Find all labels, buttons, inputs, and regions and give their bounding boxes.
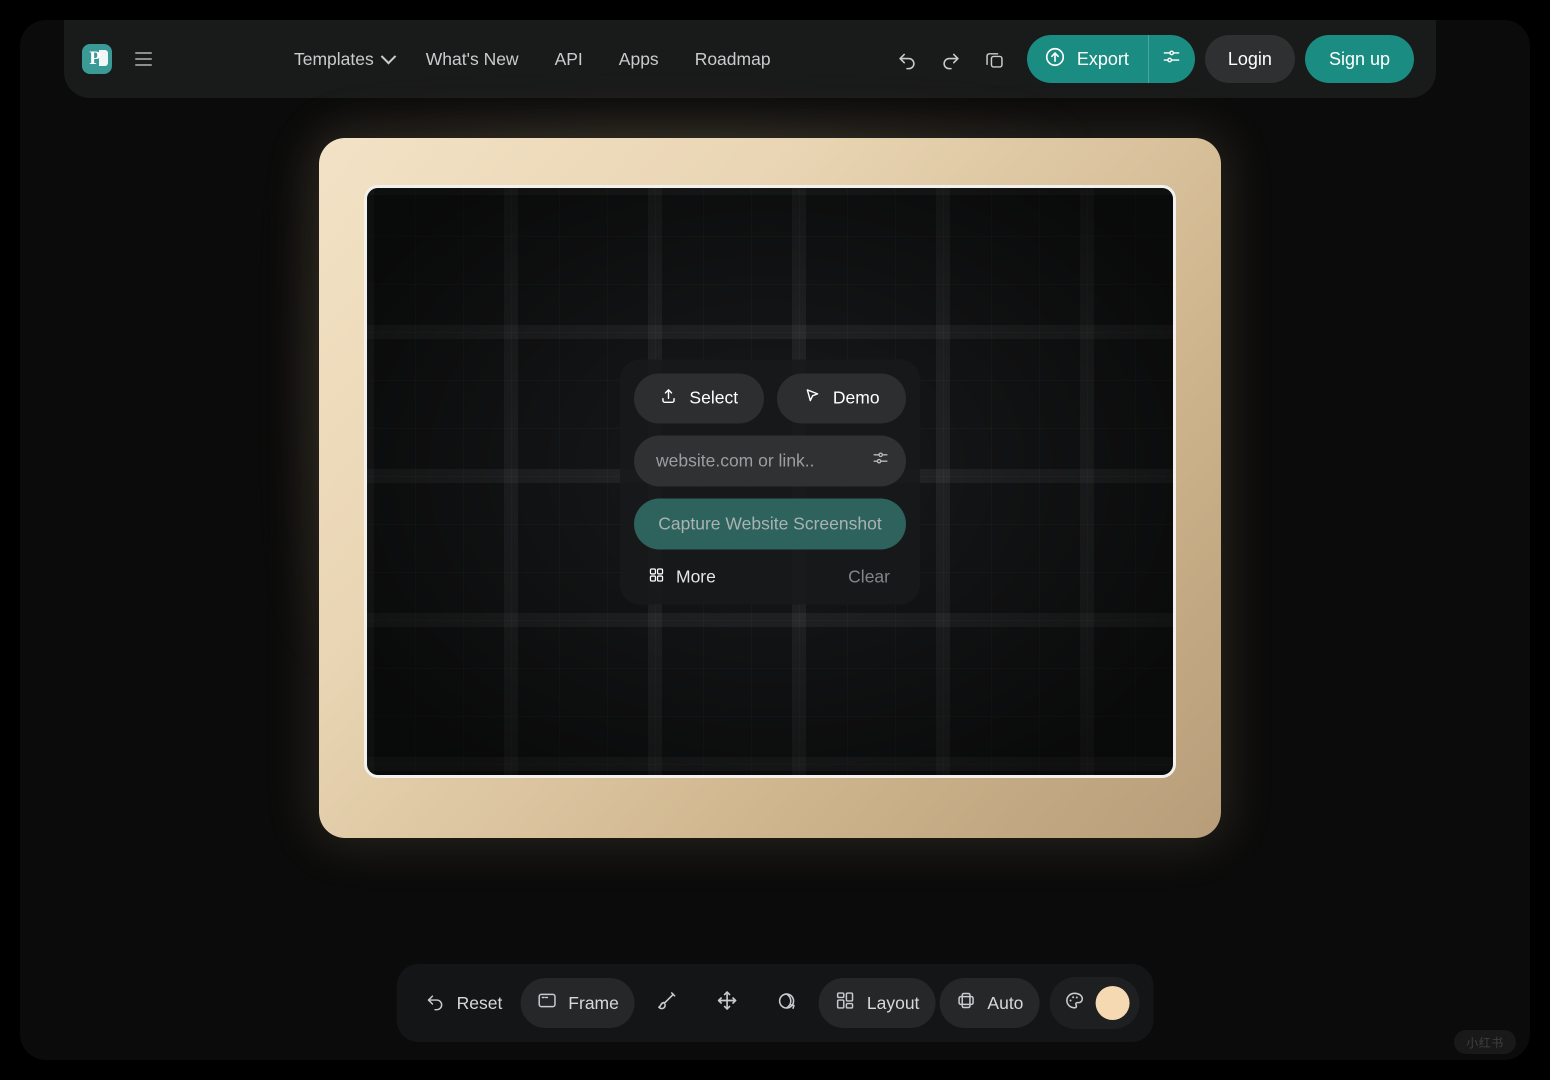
undo-icon	[425, 990, 446, 1016]
artboard-canvas[interactable]: Select Demo website.com or link.. Captur…	[364, 185, 1176, 778]
url-input-wrapper[interactable]: website.com or link..	[634, 435, 906, 486]
frame-icon	[536, 990, 557, 1016]
undo-icon[interactable]	[885, 37, 929, 81]
layers-icon	[955, 990, 976, 1016]
nav-link-label: API	[554, 48, 583, 69]
copy-icon[interactable]	[973, 37, 1017, 81]
url-settings-icon[interactable]	[871, 449, 890, 473]
toolbar-layout-button[interactable]: Layout	[818, 978, 936, 1028]
more-button[interactable]: More	[648, 566, 716, 588]
export-settings-button[interactable]	[1149, 35, 1195, 83]
upload-circle-icon	[1044, 46, 1066, 73]
nav-link-label: Templates	[294, 48, 374, 69]
app-logo[interactable]: P	[82, 44, 112, 74]
top-navigation-bar: P Templates What's New API Apps Roadmap	[64, 20, 1436, 98]
toolbar-item-label: Layout	[866, 992, 920, 1013]
capture-control-card: Select Demo website.com or link.. Captur…	[620, 359, 920, 604]
navbar-links: Templates What's New API Apps Roadmap	[276, 40, 789, 79]
login-button-label: Login	[1227, 48, 1272, 69]
watermark: 小红书	[1454, 1030, 1516, 1054]
chevron-down-icon	[380, 48, 397, 64]
export-button-group: Export	[1026, 35, 1195, 83]
cursor-icon	[803, 386, 822, 410]
nav-link-api[interactable]: API	[537, 40, 601, 79]
toolbar-rotate-button[interactable]	[759, 978, 815, 1028]
nav-link-label: What's New	[425, 48, 519, 69]
redo-icon[interactable]	[929, 37, 973, 81]
toolbar-move-button[interactable]	[699, 978, 755, 1028]
login-button[interactable]: Login	[1204, 35, 1295, 83]
demo-button[interactable]: Demo	[776, 373, 906, 423]
clear-button-label: Clear	[848, 566, 890, 587]
toolbar-item-label: Frame	[568, 992, 619, 1013]
more-button-label: More	[676, 566, 716, 587]
navbar-right-group: Export Login Sign up	[885, 35, 1414, 83]
palette-icon[interactable]	[1063, 990, 1085, 1017]
grid-icon	[835, 990, 856, 1016]
editor-stage: Select Demo website.com or link.. Captur…	[20, 98, 1530, 1060]
logo-letter: P	[89, 47, 101, 69]
clear-button[interactable]: Clear	[848, 567, 890, 588]
export-button[interactable]: Export	[1027, 35, 1148, 83]
app-shell: P Templates What's New API Apps Roadmap	[20, 20, 1530, 1060]
url-input[interactable]: website.com or link..	[656, 450, 871, 471]
nav-link-label: Roadmap	[694, 48, 771, 69]
sliders-icon	[1162, 47, 1181, 71]
export-button-label: Export	[1076, 48, 1129, 69]
nav-link-whats-new[interactable]: What's New	[408, 40, 537, 79]
upload-icon	[659, 386, 678, 410]
nav-link-label: Apps	[618, 48, 659, 69]
toolbar-item-label: Auto	[987, 992, 1024, 1013]
card-footer-row: More Clear	[634, 561, 906, 588]
toolbar-brush-button[interactable]	[639, 978, 695, 1028]
rotate-3d-icon	[776, 990, 798, 1017]
color-picker-group[interactable]	[1049, 977, 1140, 1029]
bottom-toolbar: Reset Frame Layout Auto	[396, 964, 1154, 1042]
brush-icon	[656, 990, 678, 1017]
nav-link-apps[interactable]: Apps	[601, 40, 677, 79]
move-icon	[715, 989, 738, 1017]
select-button-label: Select	[689, 387, 739, 408]
toolbar-reset-button[interactable]: Reset	[411, 978, 517, 1028]
color-swatch[interactable]	[1095, 986, 1130, 1020]
demo-button-label: Demo	[832, 387, 880, 408]
select-button[interactable]: Select	[634, 373, 764, 423]
signup-button[interactable]: Sign up	[1304, 35, 1414, 83]
toolbar-frame-button[interactable]: Frame	[520, 978, 635, 1028]
capture-button-label: Capture Website Screenshot	[658, 513, 882, 533]
grid-icon	[648, 566, 665, 588]
nav-link-templates[interactable]: Templates	[276, 40, 408, 79]
watermark-text: 小红书	[1466, 1035, 1504, 1050]
source-button-row: Select Demo	[634, 373, 906, 423]
capture-website-screenshot-button[interactable]: Capture Website Screenshot	[634, 498, 906, 549]
navbar-left-group: P	[82, 42, 160, 76]
toolbar-item-label: Reset	[456, 992, 503, 1013]
nav-link-roadmap[interactable]: Roadmap	[677, 40, 789, 79]
hamburger-icon[interactable]	[126, 42, 160, 76]
artboard-frame[interactable]: Select Demo website.com or link.. Captur…	[319, 138, 1221, 838]
toolbar-auto-button[interactable]: Auto	[939, 978, 1040, 1028]
signup-button-label: Sign up	[1328, 48, 1390, 69]
